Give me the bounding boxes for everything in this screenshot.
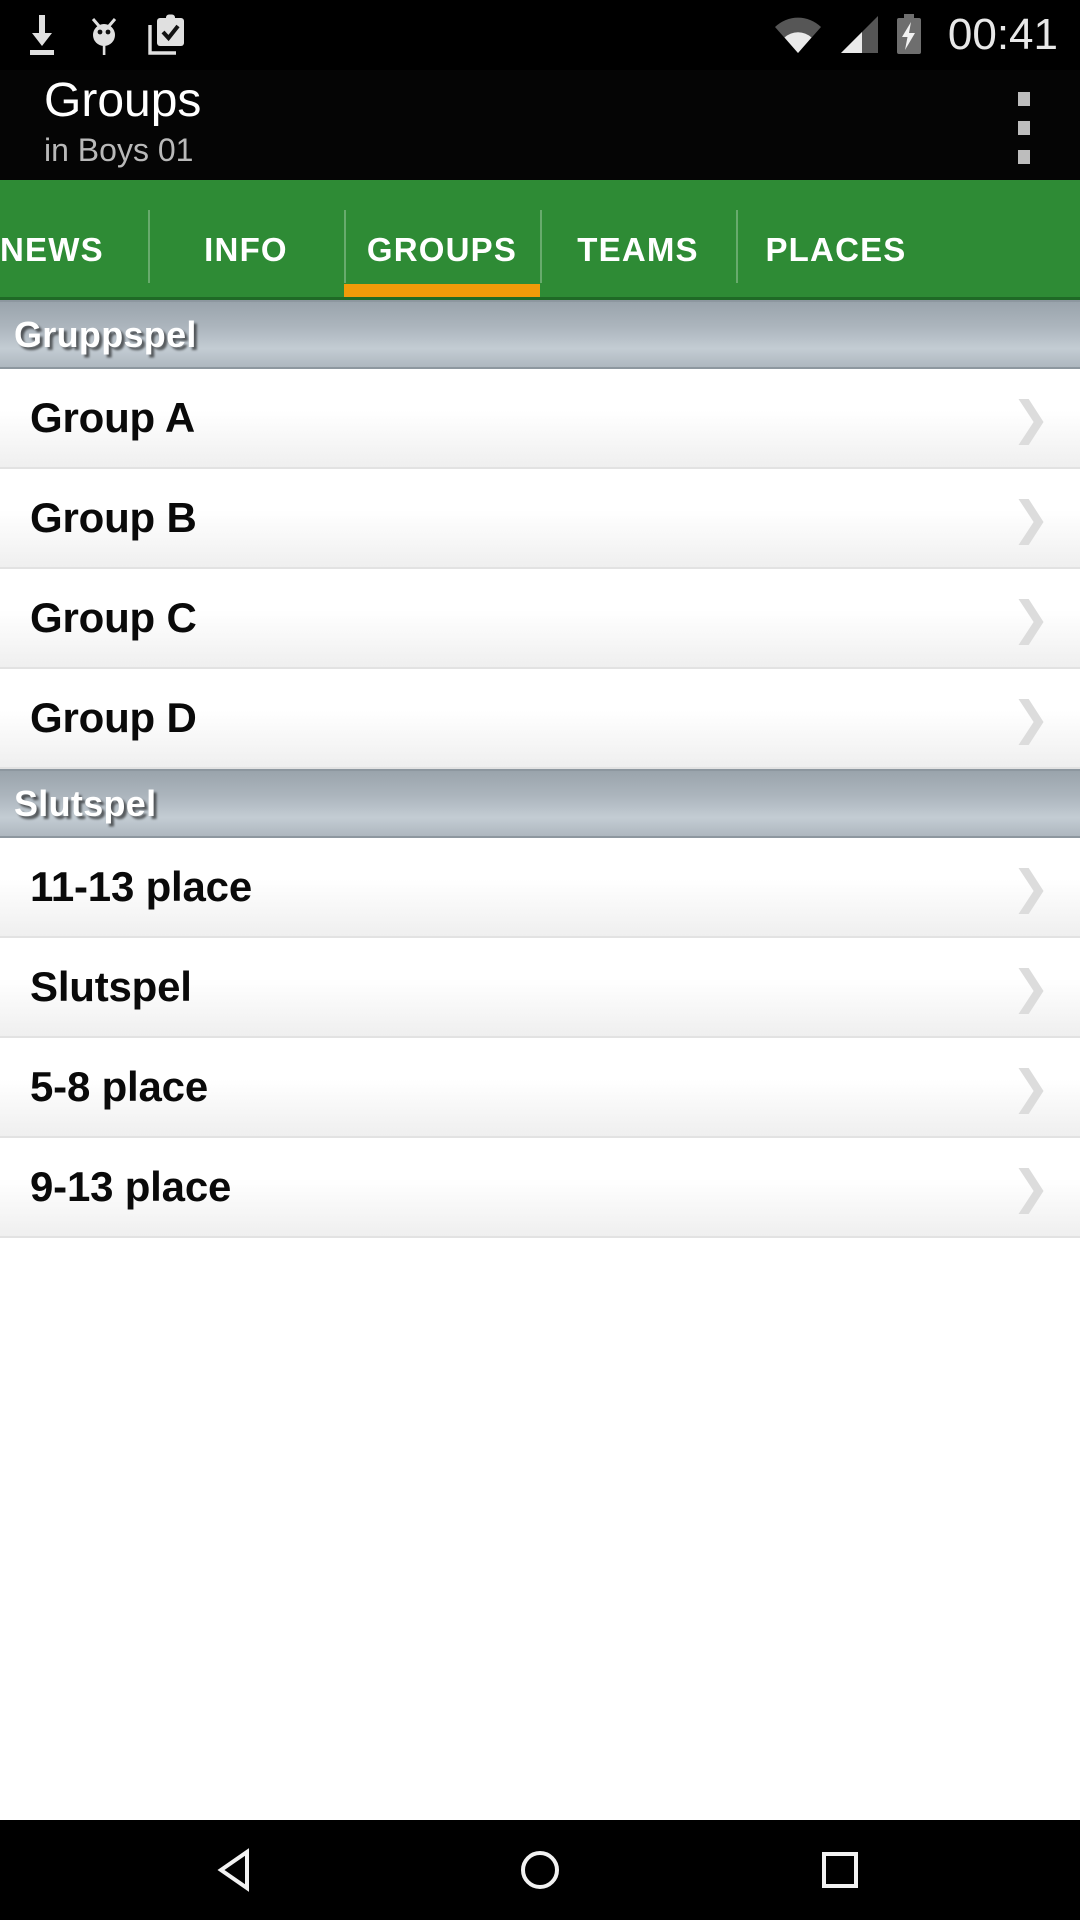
list-item[interactable]: 5-8 place ❯ [0,1038,1080,1138]
page-title: Groups [44,74,202,127]
list-item[interactable]: 9-13 place ❯ [0,1138,1080,1238]
tab-label: PLACES [765,231,907,268]
status-bar-left-icons [22,13,188,57]
list-item[interactable]: Group D ❯ [0,669,1080,769]
battery-charging-icon [896,14,921,54]
chevron-right-icon: ❯ [1011,691,1050,745]
section-header-label: Slutspel [14,782,157,824]
list-item[interactable]: Slutspel ❯ [0,938,1080,1038]
chevron-right-icon: ❯ [1011,1060,1050,1114]
chevron-right-icon: ❯ [1011,860,1050,914]
chevron-right-icon: ❯ [1011,1160,1050,1214]
tab-info[interactable]: INFO [148,180,344,297]
tab-label: NEWS [0,231,104,268]
section-header-gruppspel: Gruppspel [0,300,1080,369]
overflow-menu-icon[interactable] [1012,92,1036,164]
page-subtitle: in Boys 01 [44,132,194,168]
wifi-icon [774,17,821,54]
list-item-label: 5-8 place [30,1063,208,1110]
chevron-right-icon: ❯ [1011,391,1050,445]
action-bar: Groups in Boys 01 [0,70,1080,180]
chevron-right-icon: ❯ [1011,491,1050,545]
action-bar-titles: Groups in Boys 01 [44,70,201,170]
android-nav-bar [0,1820,1080,1920]
list-item[interactable]: Group C ❯ [0,569,1080,669]
overflow-dot [1018,121,1030,135]
section-header-label: Gruppspel [14,313,197,355]
android-debug-icon [91,18,117,55]
list-item-label: Group C [30,594,197,641]
tab-strip: NEWS INFO GROUPS TEAMS PLACES [0,180,1080,300]
tab-teams[interactable]: TEAMS [540,180,736,297]
overflow-dot [1018,92,1030,106]
tab-label: GROUPS [366,231,518,268]
list-item[interactable]: 11-13 place ❯ [0,838,1080,938]
list-item-label: Group D [30,694,197,741]
clipboard-check-icon [148,14,184,55]
tab-label: TEAMS [577,231,699,268]
tab-label: INFO [204,231,288,268]
groups-list[interactable]: Gruppspel Group A ❯ Group B ❯ Group C ❯ … [0,300,1080,1820]
list-item[interactable]: Group A ❯ [0,369,1080,469]
chevron-right-icon: ❯ [1011,591,1050,645]
chevron-right-icon: ❯ [1011,960,1050,1014]
list-item-label: Group A [30,394,196,441]
phone-screen: 00:41 Groups in Boys 01 NEWS INFO GROUPS… [0,0,1080,1920]
list-item[interactable]: Group B ❯ [0,469,1080,569]
back-triangle-icon[interactable] [180,1820,300,1920]
recents-square-icon[interactable] [780,1820,900,1920]
tab-groups[interactable]: GROUPS [344,180,540,297]
list-empty-space [0,1238,1080,1798]
list-item-label: 11-13 place [30,863,252,910]
status-bar: 00:41 [0,0,1080,70]
overflow-dot [1018,150,1030,164]
tab-news[interactable]: NEWS [0,180,148,297]
status-bar-clock: 00:41 [947,10,1058,59]
status-bar-right-icons: 00:41 [774,13,1058,57]
tab-places[interactable]: PLACES [736,180,936,297]
home-circle-icon[interactable] [480,1820,600,1920]
section-header-slutspel: Slutspel [0,769,1080,838]
list-item-label: Group B [30,494,197,541]
download-icon [30,15,54,55]
cellular-signal-icon [840,16,878,53]
list-item-label: 9-13 place [30,1163,232,1210]
list-item-label: Slutspel [30,963,192,1010]
